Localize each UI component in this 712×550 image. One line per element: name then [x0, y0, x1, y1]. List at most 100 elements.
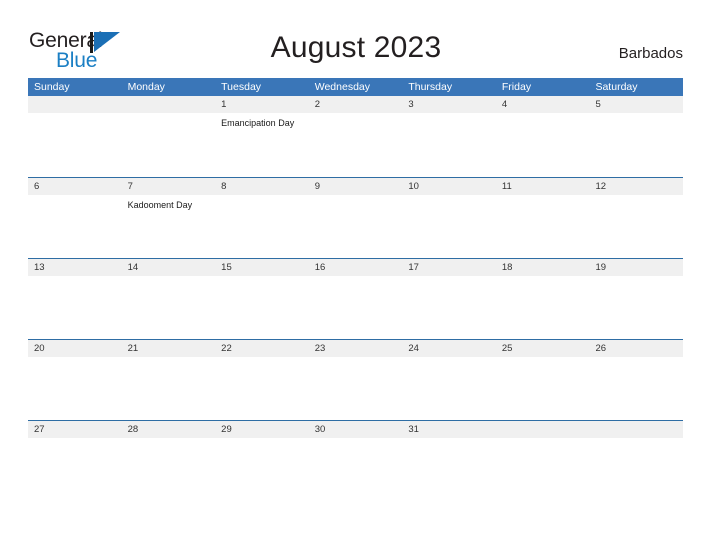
day-cell[interactable]	[402, 438, 496, 502]
day-number[interactable]: 8	[215, 178, 309, 195]
day-cell[interactable]	[309, 113, 403, 177]
week-body-band	[28, 276, 683, 340]
day-cell[interactable]	[215, 195, 309, 259]
calendar-grid: Sunday Monday Tuesday Wednesday Thursday…	[28, 78, 683, 502]
day-number[interactable]: 22	[215, 340, 309, 357]
day-number[interactable]: 31	[402, 421, 496, 438]
day-cell[interactable]	[402, 113, 496, 177]
day-cell[interactable]	[589, 276, 683, 340]
day-number[interactable]: 27	[28, 421, 122, 438]
day-number[interactable]: 28	[122, 421, 216, 438]
day-number[interactable]: 29	[215, 421, 309, 438]
day-cell[interactable]	[309, 195, 403, 259]
day-number[interactable]: 30	[309, 421, 403, 438]
weekday-header-tuesday: Tuesday	[221, 81, 262, 93]
day-cell[interactable]	[28, 276, 122, 340]
day-cell[interactable]	[589, 438, 683, 502]
week-number-band: 6 7 8 9 10 11 12	[28, 177, 683, 195]
week-row: 20 21 22 23 24 25 26	[28, 339, 683, 421]
weekday-header-sunday: Sunday	[34, 81, 70, 93]
day-cell[interactable]	[122, 113, 216, 177]
day-cell[interactable]	[122, 357, 216, 421]
day-number[interactable]: 14	[122, 259, 216, 276]
day-number[interactable]	[28, 96, 122, 113]
day-number[interactable]: 26	[589, 340, 683, 357]
day-cell[interactable]	[215, 357, 309, 421]
day-cell[interactable]	[215, 276, 309, 340]
day-number[interactable]: 10	[402, 178, 496, 195]
day-cell[interactable]	[309, 438, 403, 502]
day-cell[interactable]: Emancipation Day	[215, 113, 309, 177]
day-number[interactable]: 24	[402, 340, 496, 357]
day-cell[interactable]	[402, 195, 496, 259]
day-number[interactable]: 20	[28, 340, 122, 357]
day-cell[interactable]	[402, 357, 496, 421]
week-row: 27 28 29 30 31	[28, 420, 683, 502]
day-event: Emancipation Day	[221, 118, 295, 128]
day-number[interactable]: 9	[309, 178, 403, 195]
day-number[interactable]: 7	[122, 178, 216, 195]
weekday-header-saturday: Saturday	[595, 81, 638, 93]
day-cell[interactable]	[28, 438, 122, 502]
week-body-band: Kadooment Day	[28, 195, 683, 259]
day-event: Kadooment Day	[127, 200, 193, 210]
day-number[interactable]	[122, 96, 216, 113]
page-header: General Blue August 2023 Barbados	[0, 0, 712, 76]
day-number[interactable]: 17	[402, 259, 496, 276]
day-cell[interactable]	[402, 276, 496, 340]
day-number[interactable]: 3	[402, 96, 496, 113]
day-number[interactable]: 23	[309, 340, 403, 357]
day-cell[interactable]	[496, 195, 590, 259]
week-number-band: 27 28 29 30 31	[28, 420, 683, 438]
day-number[interactable]: 16	[309, 259, 403, 276]
day-number[interactable]: 6	[28, 178, 122, 195]
day-cell[interactable]	[309, 357, 403, 421]
day-number[interactable]: 21	[122, 340, 216, 357]
week-row: 13 14 15 16 17 18 19	[28, 258, 683, 340]
day-cell[interactable]	[28, 195, 122, 259]
day-number[interactable]: 1	[215, 96, 309, 113]
weekday-header-monday: Monday	[127, 81, 165, 93]
week-number-band: 1 2 3 4 5	[28, 96, 683, 113]
weekday-header-thursday: Thursday	[408, 81, 453, 93]
day-cell[interactable]	[496, 357, 590, 421]
day-cell[interactable]	[122, 438, 216, 502]
day-cell[interactable]	[28, 113, 122, 177]
day-cell[interactable]	[589, 113, 683, 177]
page-title: August 2023	[270, 31, 442, 64]
day-number[interactable]: 18	[496, 259, 590, 276]
day-cell[interactable]	[122, 276, 216, 340]
day-cell[interactable]	[589, 195, 683, 259]
week-number-band: 20 21 22 23 24 25 26	[28, 339, 683, 357]
week-row: 6 7 8 9 10 11 12 Kadooment Day	[28, 177, 683, 259]
day-number[interactable]	[496, 421, 590, 438]
week-number-band: 13 14 15 16 17 18 19	[28, 258, 683, 276]
day-number[interactable]: 4	[496, 96, 590, 113]
week-body-band: Emancipation Day	[28, 113, 683, 177]
day-cell[interactable]	[496, 276, 590, 340]
day-cell[interactable]: Kadooment Day	[122, 195, 216, 259]
day-number[interactable]: 25	[496, 340, 590, 357]
day-number[interactable]: 12	[589, 178, 683, 195]
calendar-page: General Blue August 2023 Barbados Sunday…	[0, 0, 712, 550]
day-number[interactable]	[589, 421, 683, 438]
day-cell[interactable]	[215, 438, 309, 502]
weekday-header-row: Sunday Monday Tuesday Wednesday Thursday…	[28, 78, 683, 96]
day-cell[interactable]	[28, 357, 122, 421]
day-number[interactable]: 15	[215, 259, 309, 276]
day-cell[interactable]	[496, 438, 590, 502]
day-number[interactable]: 19	[589, 259, 683, 276]
day-number[interactable]: 2	[309, 96, 403, 113]
region-label: Barbados	[618, 45, 683, 62]
week-body-band	[28, 357, 683, 421]
week-body-band	[28, 438, 683, 502]
day-cell[interactable]	[589, 357, 683, 421]
day-number[interactable]: 11	[496, 178, 590, 195]
weekday-header-friday: Friday	[501, 81, 532, 93]
weekday-header-wednesday: Wednesday	[314, 81, 370, 93]
week-row: 1 2 3 4 5 Emancipation Day	[28, 96, 683, 177]
day-cell[interactable]	[496, 113, 590, 177]
day-cell[interactable]	[309, 276, 403, 340]
day-number[interactable]: 5	[589, 96, 683, 113]
day-number[interactable]: 13	[28, 259, 122, 276]
